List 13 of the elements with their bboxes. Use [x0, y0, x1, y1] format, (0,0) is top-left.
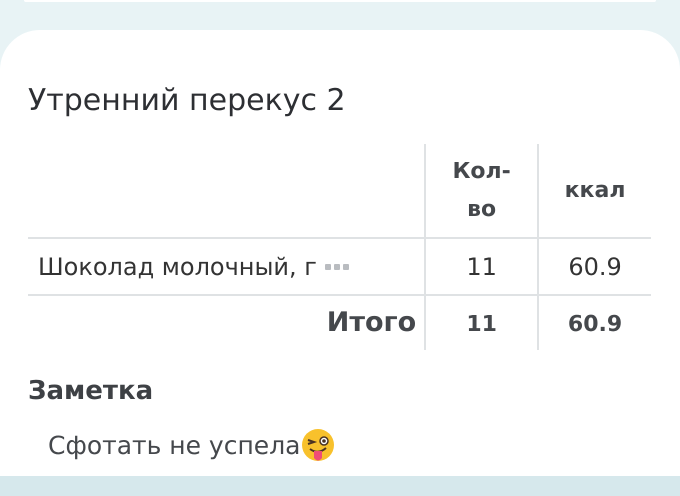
- table-cell: 60.9: [568, 252, 622, 280]
- table-cell: 60.9: [568, 312, 622, 337]
- table-cell: 11: [466, 312, 497, 337]
- product-name: Шоколад молочный, г: [38, 252, 317, 282]
- note-text: Сфотать не успела: [48, 430, 300, 462]
- meal-title: Утренний перекус 2: [28, 86, 347, 116]
- column-header: Кол-во: [451, 158, 512, 224]
- note-heading: Заметка: [28, 375, 154, 408]
- column-header: ккал: [564, 176, 626, 204]
- table-cell: 11: [466, 252, 497, 280]
- winking-face-icon: [300, 428, 334, 464]
- total-label: Итого: [326, 306, 416, 338]
- more-icon[interactable]: [324, 262, 349, 270]
